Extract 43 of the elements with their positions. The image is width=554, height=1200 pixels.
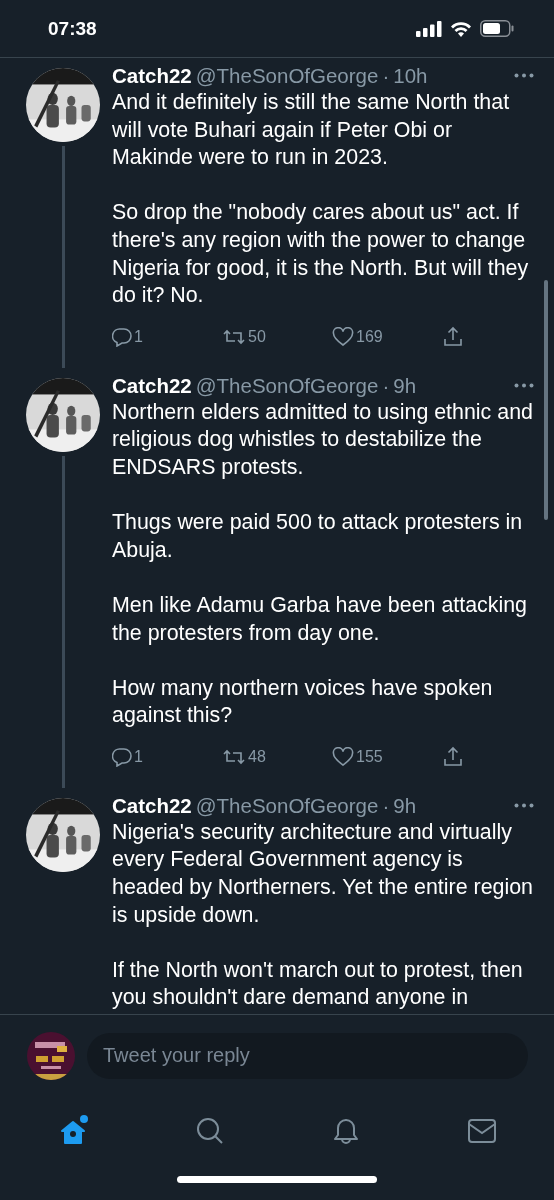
more-icon[interactable] — [514, 382, 534, 388]
tweet-text: So drop the "nobody cares about us" act. If there's any region with the power to change Nigeria for good, it is the North. But will they do it? No. — [112, 199, 530, 310]
tweet-text: Thugs were paid 500 to attack protesters in Abuja. — [112, 509, 524, 564]
wifi-icon — [450, 20, 472, 37]
tweet-time: 9h — [393, 792, 417, 819]
tweet-text: Nigeria's security architecture and virtually every Federal Government agency is headed by Northerners. Yet the entire region is upside down. — [112, 818, 534, 929]
author-name[interactable]: Catch22 — [112, 371, 192, 399]
author-handle: @TheSonOfGeorge — [195, 372, 379, 399]
bell-icon — [331, 1116, 361, 1146]
author-name[interactable]: Catch22 — [112, 791, 192, 819]
tweet-text: And it definitely is still the same North that will vote Buhari again if Peter Obi or Makinde were to run in 2023. — [112, 89, 511, 172]
separator-dot: · — [382, 792, 390, 819]
author-handle: @TheSonOfGeorge — [195, 63, 379, 89]
status-time: 07:38 — [48, 17, 97, 40]
share-icon[interactable] — [442, 745, 464, 768]
more-icon[interactable] — [514, 73, 534, 78]
share-icon[interactable] — [442, 325, 464, 348]
battery-icon — [480, 20, 514, 37]
signal-icon — [416, 20, 442, 37]
reply-button[interactable]: 1 — [112, 326, 222, 347]
tweet-text: If the North won't march out to protest, then you shouldn't dare demand anyone in — [112, 956, 524, 1012]
heart-icon — [332, 326, 354, 347]
tweet-text: Men like Adamu Garba have been attacking the protesters from day one. — [112, 591, 528, 647]
reply-button[interactable]: 1 — [112, 746, 222, 767]
separator-dot: · — [382, 63, 390, 89]
heart-icon — [332, 746, 354, 767]
reply-icon — [112, 326, 132, 347]
mail-icon — [467, 1118, 497, 1144]
more-icon[interactable] — [514, 802, 534, 808]
author-name[interactable]: Catch22 — [112, 62, 192, 89]
search-icon — [195, 1116, 225, 1146]
tweet-time: 10h — [393, 63, 428, 89]
tweet-text: Northern elders admitted to using ethnic and religious dog whistles to destabilize the ENDSARS protests. — [112, 398, 534, 481]
tweet-time: 9h — [393, 372, 417, 399]
retweet-button[interactable]: 50 — [222, 326, 332, 347]
retweet-button[interactable]: 48 — [222, 746, 332, 767]
tweet-text: How many northern voices have spoken against this? — [112, 674, 494, 730]
separator-dot: · — [382, 372, 390, 399]
like-button[interactable]: 155 — [332, 746, 442, 767]
reply-field[interactable]: Tweet your reply — [87, 1032, 528, 1079]
like-button[interactable]: 169 — [332, 326, 442, 347]
reply-icon — [112, 746, 132, 767]
author-handle: @TheSonOfGeorge — [195, 792, 379, 819]
